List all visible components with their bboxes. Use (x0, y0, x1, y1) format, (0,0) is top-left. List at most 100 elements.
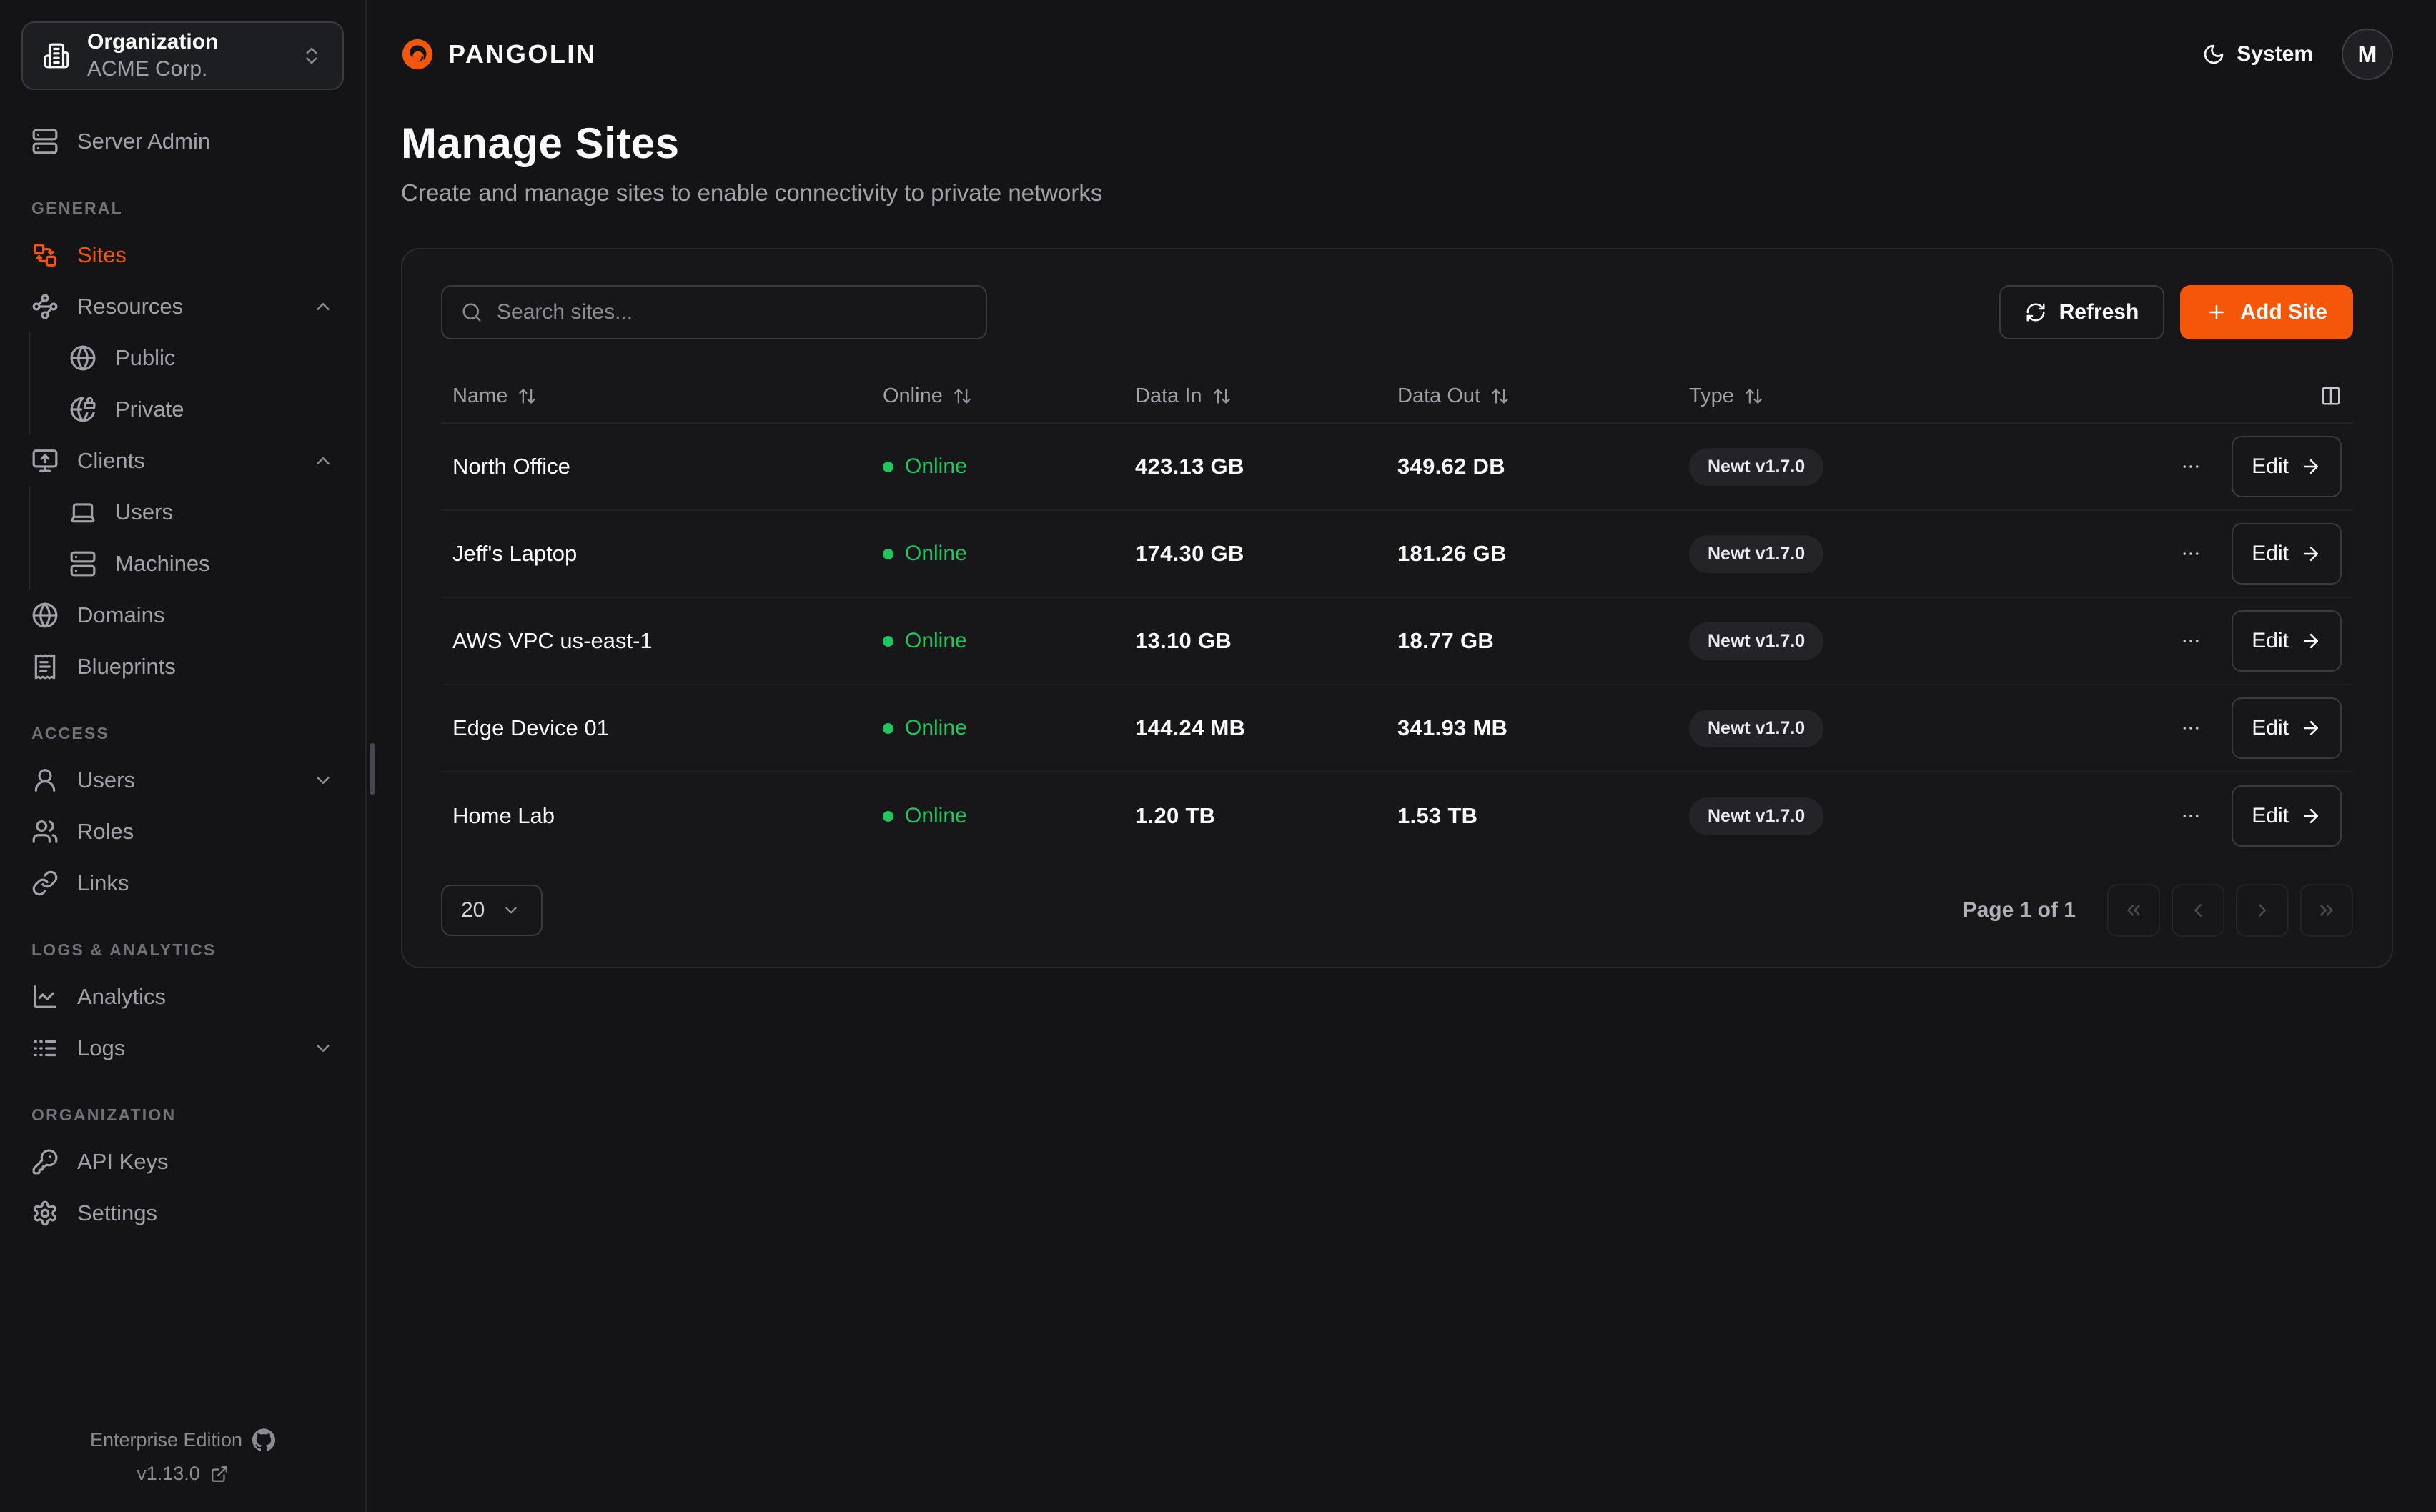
sidebar-item-analytics[interactable]: Analytics (21, 971, 344, 1023)
sort-header-data-out[interactable]: Data Out (1397, 384, 1689, 408)
edition-link[interactable]: Enterprise Edition (90, 1428, 275, 1451)
sort-header-name[interactable]: Name (452, 384, 883, 408)
online-dot (883, 636, 893, 647)
sidebar-item-label: Clients (77, 448, 145, 474)
arrow-right-icon (2300, 805, 2322, 827)
site-data-out: 1.53 TB (1397, 803, 1689, 829)
sidebar-item-private[interactable]: Private (59, 384, 344, 435)
theme-toggle[interactable]: System (2202, 42, 2313, 66)
online-label: Online (905, 542, 967, 566)
edit-button[interactable]: Edit (2232, 785, 2342, 847)
sidebar-item-label: Domains (77, 602, 164, 628)
site-data-in: 174.30 GB (1135, 541, 1397, 567)
link-icon (31, 870, 59, 897)
version-link[interactable]: v1.13.0 (137, 1463, 229, 1485)
online-label: Online (905, 804, 967, 828)
first-page-button[interactable] (2107, 884, 2160, 937)
online-dot (883, 549, 893, 559)
sidebar-item-sites[interactable]: Sites (21, 229, 344, 281)
theme-label: System (2237, 42, 2313, 66)
row-actions: Edit (2180, 523, 2342, 585)
row-menu-button[interactable] (2180, 543, 2202, 564)
sidebar-item-users[interactable]: Users (21, 755, 344, 806)
sidebar-item-machines[interactable]: Machines (59, 538, 344, 590)
site-data-in: 13.10 GB (1135, 628, 1397, 654)
sidebar-item-label: Links (77, 870, 129, 896)
refresh-icon (2025, 302, 2046, 323)
sidebar-item-resources[interactable]: Resources (21, 281, 344, 332)
org-selector[interactable]: Organization ACME Corp. (21, 21, 344, 90)
next-page-button[interactable] (2236, 884, 2289, 937)
row-actions: Edit (2180, 785, 2342, 847)
header-label: Data In (1135, 384, 1202, 408)
row-menu-button[interactable] (2180, 456, 2202, 477)
row-menu-button[interactable] (2180, 630, 2202, 652)
sort-header-online[interactable]: Online (883, 384, 1135, 408)
sidebar-scrollbar-thumb[interactable] (370, 743, 375, 795)
refresh-button[interactable]: Refresh (1999, 285, 2165, 339)
page-subtitle: Create and manage sites to enable connec… (401, 179, 2393, 207)
page-info: Page 1 of 1 (1963, 898, 2076, 922)
table-row: North Office Online 423.13 GB 349.62 DB … (441, 424, 2353, 511)
monitor-up-icon (31, 447, 59, 474)
laptop-icon (69, 499, 96, 526)
row-menu-button[interactable] (2180, 717, 2202, 739)
last-page-button[interactable] (2300, 884, 2353, 937)
sidebar-item-public[interactable]: Public (59, 332, 344, 384)
page-size-select[interactable]: 20 (441, 885, 543, 936)
sort-header-type[interactable]: Type (1689, 384, 2320, 408)
sort-icon (1744, 387, 1763, 406)
column-settings-button[interactable] (2320, 385, 2342, 407)
brand-logo-link[interactable]: PANGOLIN (401, 38, 596, 71)
chevrons-left-icon (2123, 900, 2144, 921)
sites-table: Name Online Data In Data Out Type (441, 369, 2353, 860)
edit-button[interactable]: Edit (2232, 436, 2342, 497)
receipt-icon (31, 653, 59, 680)
edit-label: Edit (2252, 716, 2289, 740)
sidebar: Organization ACME Corp. Server Admin GEN… (0, 0, 367, 1512)
edit-button[interactable]: Edit (2232, 523, 2342, 585)
prev-page-button[interactable] (2172, 884, 2224, 937)
topbar: PANGOLIN System M (401, 0, 2393, 109)
type-badge: Newt v1.7.0 (1689, 535, 1823, 573)
edit-button[interactable]: Edit (2232, 610, 2342, 672)
sidebar-item-settings[interactable]: Settings (21, 1188, 344, 1239)
waypoints-icon (31, 293, 59, 320)
chevrons-up-down-icon (301, 45, 322, 66)
edit-button[interactable]: Edit (2232, 697, 2342, 759)
avatar[interactable]: M (2342, 29, 2393, 80)
card-toolbar: Refresh Add Site (441, 285, 2353, 339)
pangolin-logo-icon (401, 38, 434, 71)
site-status: Online (883, 804, 1135, 828)
edition-label: Enterprise Edition (90, 1429, 242, 1451)
sidebar-item-roles[interactable]: Roles (21, 806, 344, 857)
sidebar-item-server-admin[interactable]: Server Admin (21, 116, 344, 167)
add-site-label: Add Site (2240, 300, 2327, 324)
page-title: Manage Sites (401, 119, 2393, 168)
type-badge: Newt v1.7.0 (1689, 622, 1823, 660)
header-label: Name (452, 384, 508, 408)
brand-name: PANGOLIN (448, 39, 596, 69)
sidebar-item-blueprints[interactable]: Blueprints (21, 641, 344, 692)
sidebar-item-label: Settings (77, 1200, 157, 1226)
sidebar-item-logs[interactable]: Logs (21, 1023, 344, 1074)
sidebar-item-client-users[interactable]: Users (59, 487, 344, 538)
sidebar-item-domains[interactable]: Domains (21, 590, 344, 641)
sidebar-item-links[interactable]: Links (21, 857, 344, 909)
add-site-button[interactable]: Add Site (2180, 285, 2353, 339)
row-menu-button[interactable] (2180, 805, 2202, 827)
sidebar-item-api-keys[interactable]: API Keys (21, 1136, 344, 1188)
version-label: v1.13.0 (137, 1463, 200, 1485)
site-data-out: 341.93 MB (1397, 715, 1689, 741)
sidebar-item-clients[interactable]: Clients (21, 435, 344, 487)
type-badge: Newt v1.7.0 (1689, 797, 1823, 835)
section-access: ACCESS (21, 724, 344, 743)
chevron-up-icon (312, 450, 334, 472)
site-name: Home Lab (452, 803, 883, 829)
search-input[interactable] (497, 300, 967, 324)
sort-header-data-in[interactable]: Data In (1135, 384, 1397, 408)
table-header-row: Name Online Data In Data Out Type (441, 369, 2353, 424)
user-icon (31, 767, 59, 794)
table-row: Edge Device 01 Online 144.24 MB 341.93 M… (441, 685, 2353, 772)
table-row: AWS VPC us-east-1 Online 13.10 GB 18.77 … (441, 598, 2353, 685)
